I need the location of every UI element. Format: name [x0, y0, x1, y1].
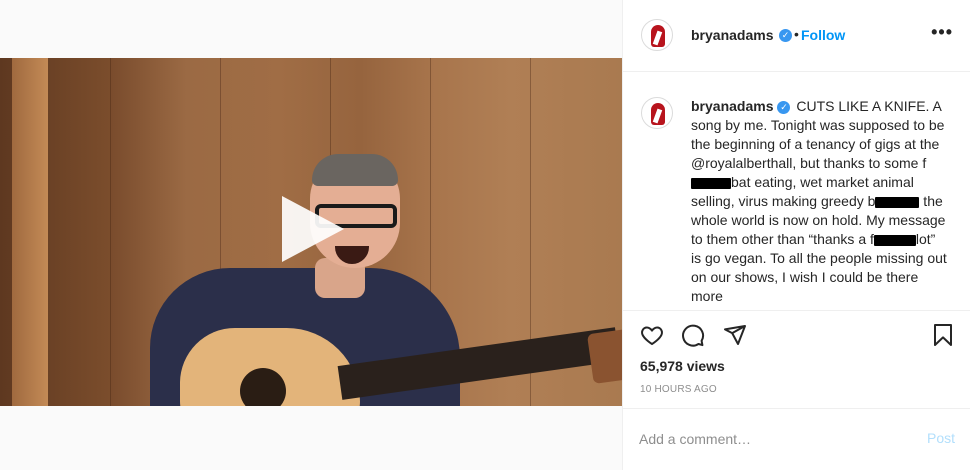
- action-bar: [623, 310, 970, 360]
- redaction-bar: [875, 196, 920, 208]
- heart-icon[interactable]: [640, 323, 664, 347]
- caption-area[interactable]: bryanadams ✓ CUTS LIKE A KNIFE. A song by…: [623, 73, 970, 309]
- comment-icon[interactable]: [681, 323, 705, 347]
- separator-dot: •: [794, 26, 799, 42]
- caption-text: bryanadams ✓ CUTS LIKE A KNIFE. A song by…: [691, 97, 949, 306]
- header-username[interactable]: bryanadams: [691, 27, 773, 43]
- follow-button[interactable]: Follow: [801, 27, 845, 43]
- post-comment-button[interactable]: Post: [927, 430, 955, 446]
- post-header: bryanadams ✓ • Follow •••: [623, 0, 970, 72]
- verified-badge-icon: ✓: [777, 100, 791, 114]
- play-icon[interactable]: [282, 196, 344, 262]
- media-area: [0, 0, 622, 470]
- post-timestamp[interactable]: 10 HOURS AGO: [640, 384, 717, 395]
- caption-avatar[interactable]: [641, 97, 673, 129]
- redaction-bar: [691, 177, 731, 189]
- comment-bar: Post: [623, 408, 970, 470]
- redaction-bar: [873, 234, 916, 246]
- window-frame: [12, 58, 48, 406]
- share-icon[interactable]: [723, 323, 747, 347]
- avatar[interactable]: [641, 19, 673, 51]
- verified-badge-icon: ✓: [779, 29, 792, 42]
- wood-plank: [110, 58, 111, 406]
- bookmark-icon[interactable]: [931, 323, 955, 347]
- video-guitar: [150, 321, 622, 406]
- caption-username[interactable]: bryanadams: [691, 98, 773, 114]
- post-panel: bryanadams ✓ • Follow ••• bryanadams ✓ CU…: [622, 0, 970, 470]
- comment-input[interactable]: [639, 429, 909, 449]
- more-options-icon[interactable]: •••: [931, 22, 953, 43]
- view-count[interactable]: 65,978 views: [640, 358, 725, 374]
